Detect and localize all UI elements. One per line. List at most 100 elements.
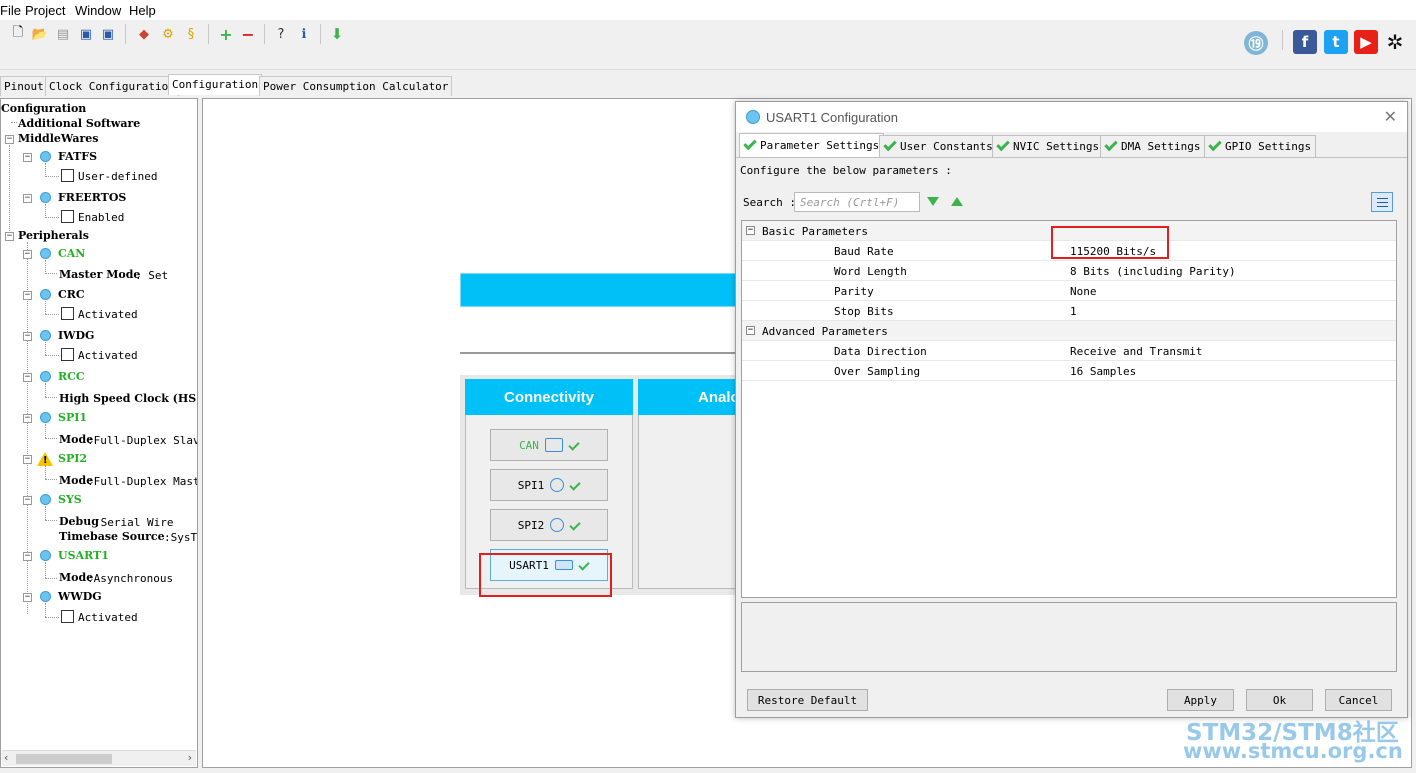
search-input[interactable]: Search (Crtl+F) [794, 192, 920, 212]
menu-window[interactable]: Window [75, 3, 121, 18]
crc-activated-checkbox[interactable] [61, 307, 74, 320]
expander-freertos[interactable]: − [23, 194, 32, 203]
expander-can[interactable]: − [23, 250, 32, 259]
search-next-icon[interactable] [927, 197, 939, 206]
apply-button[interactable]: Apply [1167, 689, 1234, 711]
expander-peripherals[interactable]: − [5, 232, 14, 241]
tab-clock-configuration[interactable]: Clock Configuration [45, 76, 179, 96]
tree-freertos[interactable]: FREERTOS [58, 191, 126, 204]
sys-debug-value: :Serial Wire [94, 516, 174, 529]
anniversary-icon[interactable]: ⑲ [1244, 31, 1268, 55]
param-row-word-length[interactable]: Word Length 8 Bits (including Parity) [742, 261, 1396, 281]
tree-sys[interactable]: SYS [58, 493, 82, 506]
can-button[interactable]: CAN [490, 429, 608, 461]
download-icon[interactable]: ⬇ [329, 25, 345, 43]
search-mcu-icon[interactable]: ℹ [296, 26, 312, 42]
tree-crc[interactable]: CRC [58, 288, 85, 301]
script-icon[interactable]: § [183, 26, 199, 42]
collapse-icon[interactable]: − [746, 326, 755, 335]
parameter-description-box [741, 602, 1397, 672]
expander-sys[interactable]: − [23, 496, 32, 505]
zoom-out-icon[interactable]: − [240, 25, 256, 44]
menu-project[interactable]: Project [25, 3, 65, 18]
check-icon [568, 439, 580, 451]
freertos-enabled-checkbox[interactable] [61, 210, 74, 223]
iwdg-gear-icon [40, 330, 51, 341]
close-icon[interactable]: ✕ [1384, 107, 1397, 126]
expander-iwdg[interactable]: − [23, 332, 32, 341]
expander-spi2[interactable]: − [23, 455, 32, 464]
parameter-table: − Basic Parameters Baud Rate 115200 Bits… [741, 220, 1397, 598]
list-view-icon[interactable] [1371, 192, 1393, 212]
tree-rcc[interactable]: RCC [58, 370, 85, 383]
tree-fatfs[interactable]: FATFS [58, 150, 97, 163]
tree-middlewares[interactable]: MiddleWares [18, 132, 98, 145]
menu-file[interactable]: File [0, 3, 21, 18]
network-icon[interactable]: ✲ [1383, 30, 1407, 54]
search-previous-icon[interactable] [951, 197, 963, 206]
expander-fatfs[interactable]: − [23, 153, 32, 162]
facebook-icon[interactable]: f [1293, 30, 1317, 54]
scrollbar-thumb[interactable] [16, 754, 112, 764]
tree-usart1[interactable]: USART1 [58, 549, 109, 562]
param-row-data-direction[interactable]: Data Direction Receive and Transmit [742, 341, 1396, 361]
freertos-gear-icon [40, 192, 51, 203]
group-advanced-parameters[interactable]: − Advanced Parameters [742, 321, 1396, 341]
param-row-stop-bits[interactable]: Stop Bits 1 [742, 301, 1396, 321]
menu-help[interactable]: Help [129, 3, 156, 18]
save-icon[interactable]: ▣ [78, 26, 94, 42]
tab-gpio-settings[interactable]: GPIO Settings [1204, 135, 1317, 157]
close-file-icon[interactable]: ▤ [55, 26, 71, 42]
generate-code-icon[interactable]: ⚙ [160, 26, 176, 42]
expander-rcc[interactable]: − [23, 373, 32, 382]
generate-report-icon[interactable]: ◆ [136, 26, 152, 42]
expander-wwdg[interactable]: − [23, 593, 32, 602]
tab-parameter-settings[interactable]: Parameter Settings [739, 133, 885, 157]
tree-horizontal-scrollbar[interactable]: ‹ › [2, 750, 196, 766]
spi1-button[interactable]: SPI1 [490, 469, 608, 501]
rcc-gear-icon [40, 371, 51, 382]
cancel-button[interactable]: Cancel [1325, 689, 1392, 711]
tree-wwdg[interactable]: WWDG [58, 590, 102, 603]
help-icon[interactable]: ? [273, 26, 289, 42]
open-folder-icon[interactable]: 📂 [32, 26, 48, 42]
spi2-button[interactable]: SPI2 [490, 509, 608, 541]
sys-debug-key: Debug [59, 515, 99, 528]
toolbar-separator [208, 24, 209, 44]
tree-iwdg[interactable]: IWDG [58, 329, 94, 342]
ok-button[interactable]: Ok [1246, 689, 1313, 711]
tab-dma-settings[interactable]: DMA Settings [1100, 135, 1206, 157]
tab-configuration[interactable]: Configuration [168, 74, 263, 95]
sys-timebase-value: :SysT: [164, 531, 198, 544]
check-icon [569, 519, 581, 531]
tab-nvic-settings[interactable]: NVIC Settings [992, 135, 1105, 157]
tree-can[interactable]: CAN [58, 247, 85, 260]
expander-crc[interactable]: − [23, 291, 32, 300]
iwdg-activated-checkbox[interactable] [61, 348, 74, 361]
tab-pinout[interactable]: Pinout [0, 76, 48, 96]
expander-middlewares[interactable]: − [5, 135, 14, 144]
expander-usart1[interactable]: − [23, 552, 32, 561]
usart1-mode-value: :Asynchronous [87, 572, 174, 585]
scroll-right-icon[interactable]: › [188, 751, 192, 764]
new-file-icon[interactable]: 🗋 [10, 25, 26, 42]
tree-spi2[interactable]: SPI2 [58, 452, 87, 465]
restore-default-button[interactable]: Restore Default [747, 689, 868, 711]
tree-spi1[interactable]: SPI1 [58, 411, 87, 424]
scroll-left-icon[interactable]: ‹ [4, 751, 8, 764]
zoom-in-icon[interactable]: + [218, 25, 234, 44]
tree-additional-software[interactable]: Additional Software [18, 117, 140, 130]
tree-peripherals[interactable]: Peripherals [18, 229, 89, 242]
tab-power-consumption[interactable]: Power Consumption Calculator [259, 76, 453, 96]
expander-spi1[interactable]: − [23, 414, 32, 423]
tree-root[interactable]: Configuration [1, 102, 86, 115]
wwdg-activated-checkbox[interactable] [61, 610, 74, 623]
param-row-over-sampling[interactable]: Over Sampling 16 Samples [742, 361, 1396, 381]
save-as-icon[interactable]: ▣ [100, 26, 116, 42]
param-row-parity[interactable]: Parity None [742, 281, 1396, 301]
youtube-icon[interactable]: ▶ [1354, 30, 1378, 54]
collapse-icon[interactable]: − [746, 226, 755, 235]
fatfs-user-defined-checkbox[interactable] [61, 169, 74, 182]
tab-user-constants[interactable]: User Constants [879, 135, 998, 157]
twitter-icon[interactable]: t [1324, 30, 1348, 54]
